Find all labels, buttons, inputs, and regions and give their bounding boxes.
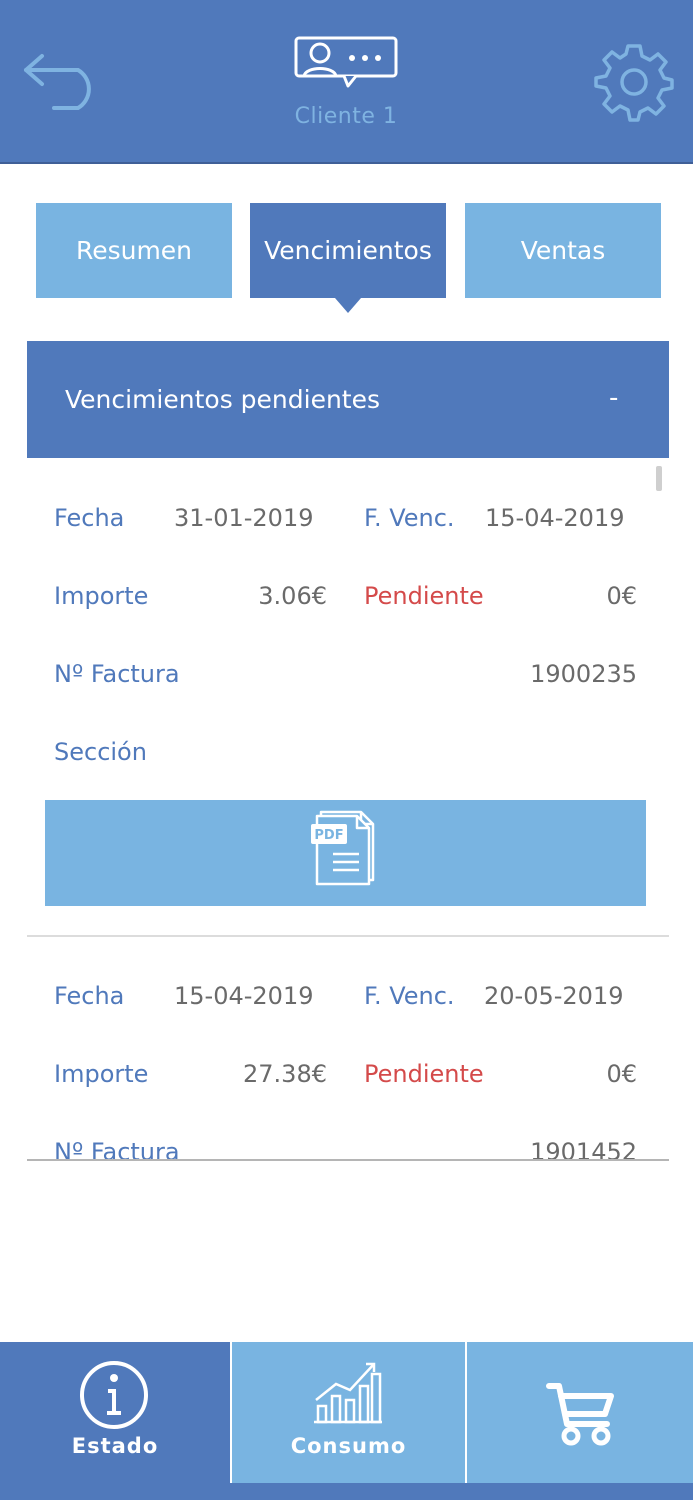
nav-label-estado: Estado	[71, 1434, 159, 1458]
bar-chart-icon	[314, 1362, 382, 1424]
nav-estado[interactable]: Estado	[0, 1342, 230, 1483]
bottom-nav: Estado Consumo	[0, 1342, 693, 1500]
nav-label-consumo: Consumo	[290, 1434, 407, 1458]
invoice-divider	[27, 935, 669, 937]
active-tab-indicator	[335, 298, 361, 313]
pendiente-value: 0€	[606, 1060, 637, 1088]
tab-ventas[interactable]: Ventas	[465, 203, 661, 298]
pendiente-value: 0€	[606, 582, 637, 610]
tab-vencimientos[interactable]: Vencimientos	[250, 203, 446, 298]
pendiente-label: Pendiente	[364, 1060, 484, 1088]
info-icon	[80, 1361, 148, 1429]
nav-cart[interactable]	[467, 1342, 693, 1483]
pdf-download-button[interactable]: PDF	[45, 800, 646, 906]
importe-label: Importe	[54, 582, 149, 610]
venc-value: 20-05-2019	[484, 982, 624, 1010]
fecha-label: Fecha	[54, 504, 125, 532]
gear-icon	[594, 44, 674, 122]
venc-value: 15-04-2019	[485, 504, 625, 532]
tab-resumen[interactable]: Resumen	[36, 203, 232, 298]
client-name: Cliente 1	[294, 104, 398, 129]
app-header: Cliente 1	[0, 0, 693, 164]
importe-value: 3.06€	[258, 582, 327, 610]
venc-label: F. Venc.	[364, 504, 455, 532]
back-arrow-icon	[24, 54, 91, 110]
invoice-list[interactable]: Fecha 31-01-2019 F. Venc. 15-04-2019 Imp…	[27, 458, 669, 1161]
svg-text:PDF: PDF	[314, 828, 343, 843]
pendiente-label: Pendiente	[364, 582, 484, 610]
factura-label: Nº Factura	[54, 1138, 180, 1161]
section-header[interactable]: Vencimientos pendientes -	[27, 341, 669, 458]
factura-value: 1901452	[530, 1138, 637, 1161]
fecha-value: 31-01-2019	[174, 504, 314, 532]
pdf-document-icon: PDF	[311, 810, 375, 886]
cart-icon	[546, 1383, 614, 1446]
section-title: Vencimientos pendientes	[65, 385, 381, 414]
settings-button[interactable]	[594, 42, 674, 122]
factura-value: 1900235	[530, 660, 637, 688]
fecha-value: 15-04-2019	[174, 982, 314, 1010]
collapse-toggle[interactable]: -	[609, 383, 618, 413]
importe-label: Importe	[54, 1060, 149, 1088]
scrollbar[interactable]	[656, 466, 662, 491]
nav-consumo[interactable]: Consumo	[232, 1342, 465, 1483]
bottom-strip	[0, 1483, 693, 1500]
fecha-label: Fecha	[54, 982, 125, 1010]
client-chat-icon	[292, 34, 402, 92]
factura-label: Nº Factura	[54, 660, 180, 688]
back-button[interactable]	[20, 48, 106, 114]
seccion-label: Sección	[54, 738, 147, 766]
importe-value: 27.38€	[243, 1060, 327, 1088]
venc-label: F. Venc.	[364, 982, 455, 1010]
